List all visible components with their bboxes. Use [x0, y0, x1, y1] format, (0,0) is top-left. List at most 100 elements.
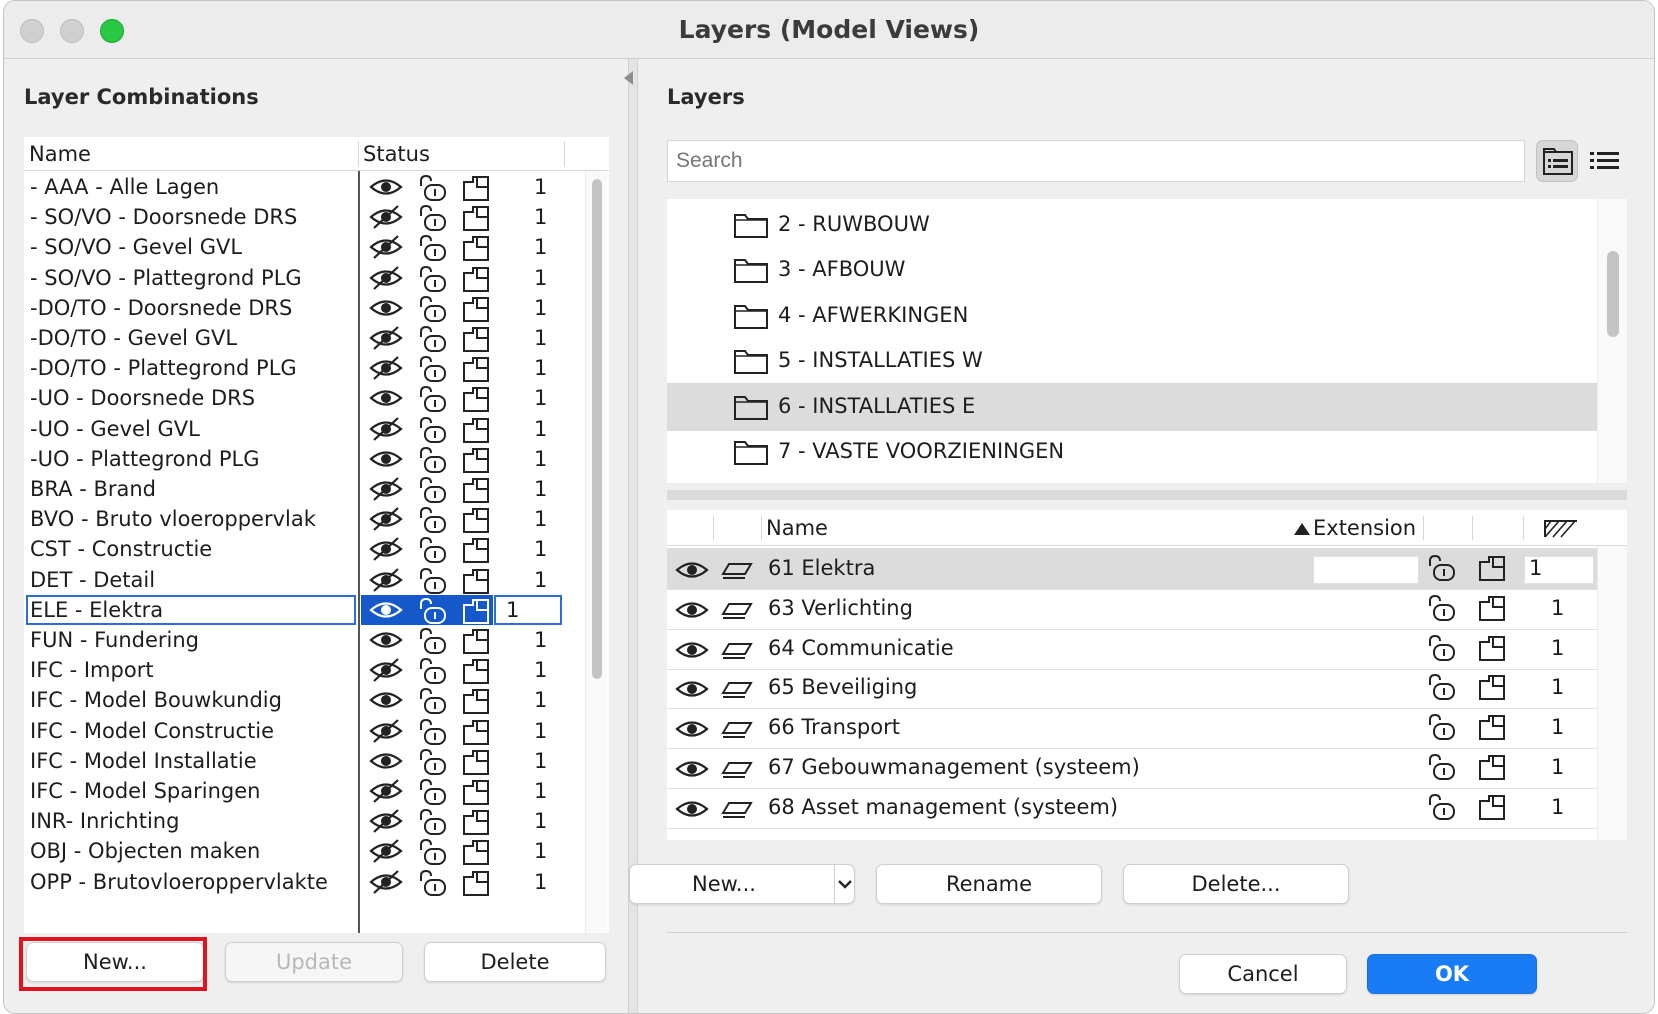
layer-row[interactable]: 66 Transport 1 — [667, 707, 1597, 750]
layer-icon — [721, 638, 753, 665]
layer-row[interactable]: 61 Elektra 1 — [667, 548, 1597, 590]
lock-icon[interactable] — [1425, 793, 1457, 826]
ok-button[interactable]: OK — [1367, 954, 1537, 994]
eye-icon[interactable] — [675, 716, 709, 747]
layer-number: 1 — [1551, 595, 1565, 620]
collapse-arrow-icon[interactable] — [624, 71, 633, 85]
layer-combination-row[interactable]: INR- Inrichting 1 — [24, 805, 574, 837]
layer-folder-row[interactable]: 4 - AFWERKINGEN — [667, 292, 1597, 340]
folder-tree-view-button[interactable] — [1536, 140, 1578, 182]
wireframe-icon[interactable] — [1477, 753, 1507, 786]
list-view-button[interactable] — [1584, 140, 1626, 182]
lock-icon[interactable] — [1425, 753, 1457, 786]
wireframe-icon[interactable] — [1477, 634, 1507, 667]
layer-row[interactable]: 64 Communicatie 1 — [667, 628, 1597, 670]
layer-combination-row[interactable]: - AAA - Alle Lagen 1 — [24, 171, 574, 203]
search-input[interactable] — [667, 140, 1525, 182]
folders-scrollbar[interactable] — [1597, 199, 1627, 483]
layer-combination-row[interactable]: IFC - Model Constructie 1 — [24, 715, 574, 747]
layer-combination-row[interactable]: -UO - Gevel GVL 1 — [24, 413, 574, 445]
eye-icon[interactable] — [675, 756, 709, 787]
layer-combination-row[interactable]: IFC - Model Sparingen 1 — [24, 775, 574, 807]
scrollbar-thumb[interactable] — [1607, 251, 1619, 337]
lock-icon[interactable] — [416, 869, 448, 902]
wireframe-icon[interactable] — [1477, 793, 1507, 826]
lock-icon[interactable] — [1425, 554, 1457, 587]
wireframe-icon[interactable] — [1477, 673, 1507, 706]
layer-combination-row[interactable]: ELE - Elektra 1 — [24, 594, 574, 626]
wireframe-icon[interactable] — [1477, 554, 1507, 587]
layers-scrollbar[interactable] — [1597, 546, 1627, 840]
layer-combination-row[interactable]: BVO - Bruto vloeroppervlak 1 — [24, 503, 574, 535]
eye-icon[interactable] — [675, 597, 709, 628]
layers-header: Name Extension — [667, 510, 1627, 546]
scrollbar-thumb[interactable] — [592, 179, 602, 679]
column-header-name[interactable]: Name — [766, 516, 828, 540]
layer-number: 1 — [1529, 556, 1543, 580]
layer-row[interactable]: 63 Verlichting 1 — [667, 588, 1597, 630]
lock-icon[interactable] — [1425, 673, 1457, 706]
lock-icon[interactable] — [1425, 713, 1457, 746]
layer-combination-row[interactable]: - SO/VO - Doorsnede DRS 1 — [24, 201, 574, 233]
lock-icon[interactable] — [1425, 594, 1457, 627]
layer-combination-row[interactable]: BRA - Brand 1 — [24, 473, 574, 505]
layer-combination-row[interactable]: DET - Detail 1 — [24, 564, 574, 596]
eye-hidden-icon[interactable] — [369, 869, 403, 900]
layer-combination-row[interactable]: -DO/TO - Doorsnede DRS 1 — [24, 292, 574, 324]
wireframe-icon[interactable] — [461, 869, 491, 902]
eye-icon[interactable] — [675, 676, 709, 707]
layer-combination-row[interactable]: -UO - Doorsnede DRS 1 — [24, 382, 574, 414]
layer-folder-row[interactable]: 2 - RUWBOUW — [667, 201, 1597, 249]
combination-number: 1 — [534, 839, 548, 864]
eye-icon[interactable] — [675, 637, 709, 668]
cancel-button[interactable]: Cancel — [1179, 954, 1347, 994]
new-layer-button[interactable]: New... — [629, 864, 855, 904]
layer-number: 1 — [1551, 715, 1565, 740]
layer-combination-row[interactable]: IFC - Model Installatie 1 — [24, 745, 574, 777]
delete-combination-button[interactable]: Delete — [424, 942, 606, 982]
layer-folder-row[interactable]: 5 - INSTALLATIES W — [667, 337, 1597, 385]
horizontal-splitter[interactable] — [667, 490, 1627, 500]
combination-name: BVO - Bruto vloeroppervlak — [30, 507, 316, 532]
sort-ascending-icon[interactable] — [1293, 518, 1311, 542]
layer-combination-row[interactable]: IFC - Model Bouwkundig 1 — [24, 684, 574, 716]
layer-folder-row[interactable]: 7 - VASTE VOORZIENINGEN — [667, 428, 1597, 476]
layer-combination-row[interactable]: OPP - Brutovloeroppervlakte 1 — [24, 866, 574, 898]
combination-name: OBJ - Objecten maken — [30, 839, 261, 864]
combination-name: OPP - Brutovloeroppervlakte — [30, 869, 328, 894]
column-header-status[interactable]: Status — [363, 142, 430, 166]
chevron-down-icon[interactable] — [836, 865, 854, 915]
layer-combination-row[interactable]: FUN - Fundering 1 — [24, 624, 574, 656]
layer-row[interactable]: 68 Asset management (systeem) 1 — [667, 787, 1597, 829]
layer-combinations-scrollbar[interactable] — [585, 171, 607, 933]
eye-icon[interactable] — [675, 557, 709, 588]
layer-combination-row[interactable]: -DO/TO - Gevel GVL 1 — [24, 322, 574, 354]
layer-combination-row[interactable]: - SO/VO - Gevel GVL 1 — [24, 231, 574, 263]
window-title: Layers (Model Views) — [678, 15, 980, 44]
rename-layer-button[interactable]: Rename — [876, 864, 1102, 904]
layer-combination-row[interactable]: CST - Constructie 1 — [24, 533, 574, 565]
column-header-name[interactable]: Name — [29, 142, 91, 166]
combination-number: 1 — [534, 748, 548, 773]
wireframe-icon[interactable] — [1477, 594, 1507, 627]
update-combination-button[interactable]: Update — [225, 942, 403, 982]
column-header-extension[interactable]: Extension — [1313, 516, 1416, 540]
extension-field[interactable] — [1313, 556, 1419, 584]
wireframe-icon[interactable] — [1477, 713, 1507, 746]
layer-combination-row[interactable]: -UO - Plattegrond PLG 1 — [24, 443, 574, 475]
layer-row[interactable]: 67 Gebouwmanagement (systeem) 1 — [667, 747, 1597, 789]
layer-combination-row[interactable]: - SO/VO - Plattegrond PLG 1 — [24, 262, 574, 294]
lock-icon[interactable] — [1425, 634, 1457, 667]
eye-icon[interactable] — [675, 796, 709, 827]
combination-number-field[interactable] — [494, 594, 562, 625]
combination-name: FUN - Fundering — [30, 628, 199, 652]
layer-combination-row[interactable]: OBJ - Objecten maken 1 — [24, 835, 574, 867]
layer-folder-row[interactable]: 3 - AFBOUW — [667, 246, 1597, 294]
layer-combination-row[interactable]: -DO/TO - Plattegrond PLG 1 — [24, 352, 574, 384]
layer-combination-row[interactable]: IFC - Import 1 — [24, 654, 574, 686]
delete-layer-button[interactable]: Delete... — [1123, 864, 1349, 904]
layer-row[interactable]: 65 Beveiliging 1 — [667, 667, 1597, 710]
layer-folder-row[interactable]: 6 - INSTALLATIES E — [667, 382, 1597, 431]
list-icon — [1590, 152, 1619, 169]
layer-combinations-title: Layer Combinations — [24, 85, 259, 109]
